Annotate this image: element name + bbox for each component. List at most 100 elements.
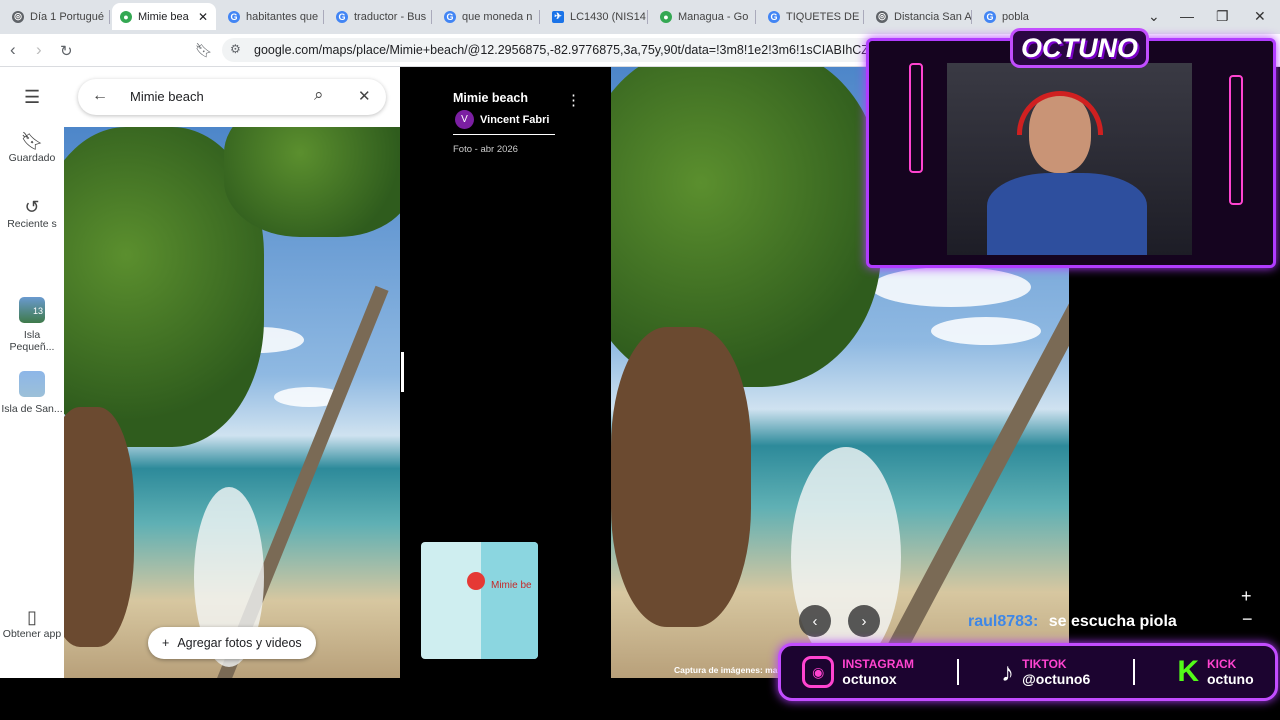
tab-label: que moneda n xyxy=(462,10,533,23)
url-text: google.com/maps/place/Mimie+beach/@12.29… xyxy=(254,43,882,57)
place-title: Mimie beach xyxy=(453,91,529,105)
tab-label: LC1430 (NIS14 xyxy=(570,10,646,23)
saved-button[interactable]: 🔖︎ Guardado xyxy=(0,131,64,164)
social-handle: octunox xyxy=(842,671,897,687)
search-input[interactable]: Mimie beach xyxy=(130,89,204,104)
recent-place-label: Isla Pequeñ... xyxy=(9,329,55,353)
google-icon: G xyxy=(768,10,780,23)
chevron-left-icon: ‹ xyxy=(812,612,818,630)
close-icon[interactable]: ✕ xyxy=(358,87,371,105)
google-icon: G xyxy=(984,10,996,23)
webcam-frame xyxy=(866,38,1276,268)
tab-search-chevron-icon[interactable]: ⌄ xyxy=(1148,8,1160,25)
restore-button[interactable]: ❐ xyxy=(1216,8,1229,25)
social-network: TIKTOK xyxy=(1022,657,1067,671)
mini-map[interactable]: Mimie be xyxy=(421,542,538,659)
map-label: Mimie be xyxy=(491,580,532,591)
social-handle: @octuno6 xyxy=(1022,671,1091,687)
tab-label: habitantes que xyxy=(246,10,319,23)
phone-icon: ▯ xyxy=(27,607,37,627)
more-options-icon[interactable]: ⋮ xyxy=(566,91,581,109)
back-arrow-icon[interactable]: ← xyxy=(92,87,108,105)
globe-icon: ◎ xyxy=(876,10,888,23)
minimize-button[interactable]: — xyxy=(1180,8,1194,24)
tiktok-item: ♪ TIKTOK @octuno6 xyxy=(1001,657,1090,688)
place-panel: ← Mimie beach ⌕ ✕ + Agregar fotos y vide… xyxy=(64,67,400,678)
photo-date: Foto - abr 2026 xyxy=(453,144,518,155)
history-icon: ↺ xyxy=(24,197,40,217)
place-thumbnail: 13 xyxy=(19,297,45,323)
place-photo[interactable] xyxy=(64,127,400,678)
author-name: Vincent Fabri xyxy=(480,113,550,126)
plus-icon: + xyxy=(162,636,170,650)
author-row[interactable]: V Vincent Fabri xyxy=(455,110,549,129)
beach-image xyxy=(64,127,400,678)
instagram-icon: ◉ xyxy=(802,656,835,688)
forward-arrow-icon[interactable]: › xyxy=(36,40,42,60)
maps-pin-icon: ● xyxy=(660,10,672,23)
browser-tab[interactable]: G TIQUETES DE E xyxy=(760,3,864,30)
social-network: INSTAGRAM xyxy=(842,657,915,671)
get-app-button[interactable]: ▯ Obtener app xyxy=(0,607,64,640)
search-icon[interactable]: ⌕ xyxy=(314,85,324,105)
reload-icon[interactable]: ↻ xyxy=(60,42,73,60)
browser-tab[interactable]: G pobla xyxy=(976,3,1066,30)
tab-label: Mimie bea xyxy=(138,10,189,23)
browser-tab[interactable]: G traductor - Bus xyxy=(328,3,432,30)
google-icon: G xyxy=(228,10,240,23)
chat-message: raul8783: se escucha piola xyxy=(968,613,1177,631)
place-thumbnail xyxy=(19,371,45,397)
close-window-button[interactable]: ✕ xyxy=(1254,8,1266,25)
browser-tab[interactable]: G habitantes que xyxy=(220,3,324,30)
maps-side-rail: ☰ 🔖︎ Guardado ↺ Reciente s 13 Isla Peque… xyxy=(0,67,64,678)
site-settings-icon[interactable]: ⚙ xyxy=(230,42,241,56)
recent-place-label: Isla de San... xyxy=(1,403,63,415)
tab-label: Distancia San A xyxy=(894,10,972,23)
stream-brand-logo: OCTUNO xyxy=(1010,28,1149,68)
recent-button[interactable]: ↺ Reciente s xyxy=(2,197,62,230)
browser-tab[interactable]: ✈ LC1430 (NIS14 xyxy=(544,3,648,30)
previous-photo-button[interactable]: ‹ xyxy=(799,605,831,637)
image-capture-date: Captura de imágenes: mar xyxy=(674,665,781,675)
address-bar[interactable]: ⚙ google.com/maps/place/Mimie+beach/@12.… xyxy=(222,38,882,62)
recent-place-item[interactable]: 13 Isla Pequeñ... xyxy=(0,297,64,353)
add-photos-button[interactable]: + Agregar fotos y videos xyxy=(148,627,316,659)
browser-tab[interactable]: G que moneda n xyxy=(436,3,540,30)
globe-icon: ◎ xyxy=(12,10,24,23)
google-icon: G xyxy=(444,10,456,23)
zoom-in-button[interactable]: + xyxy=(1241,586,1252,607)
tab-label: traductor - Bus xyxy=(354,10,427,23)
social-banner: ◉ INSTAGRAM octunox ♪ TIKTOK @octuno6 K KI… xyxy=(778,643,1278,701)
author-avatar: V xyxy=(455,110,474,129)
chevron-right-icon: › xyxy=(861,612,867,630)
recent-place-item[interactable]: Isla de San... xyxy=(0,371,64,415)
webcam-feed xyxy=(947,63,1192,255)
tab-label: Día 1 Portugué xyxy=(30,10,104,23)
search-box: ← Mimie beach ⌕ ✕ xyxy=(78,79,386,115)
browser-tab-active[interactable]: ● Mimie bea ✕ xyxy=(112,3,216,30)
zoom-out-button[interactable]: − xyxy=(1242,609,1253,630)
back-arrow-icon[interactable]: ‹ xyxy=(10,40,16,60)
recent-label: Reciente s xyxy=(7,218,57,230)
chat-text: se escucha piola xyxy=(1048,613,1177,630)
menu-icon[interactable]: ☰ xyxy=(24,87,40,108)
chat-username: raul8783: xyxy=(968,613,1039,630)
tab-label: TIQUETES DE E xyxy=(786,10,864,23)
kick-item: K KICK octuno xyxy=(1177,655,1253,689)
tiktok-icon: ♪ xyxy=(1001,656,1015,687)
close-tab-icon[interactable]: ✕ xyxy=(198,10,208,24)
tab-label: pobla xyxy=(1002,10,1029,23)
flight-icon: ✈ xyxy=(552,10,564,23)
add-photos-label: Agregar fotos y videos xyxy=(177,636,302,650)
instagram-item: ◉ INSTAGRAM octunox xyxy=(802,656,914,688)
next-photo-button[interactable]: › xyxy=(848,605,880,637)
maps-pin-icon: ● xyxy=(120,10,132,23)
map-pin-icon xyxy=(467,572,485,590)
browser-tab[interactable]: ◎ Distancia San A xyxy=(868,3,972,30)
bookmark-icon[interactable]: 🔖︎ xyxy=(195,42,213,59)
place-badge: 13 xyxy=(32,306,43,316)
browser-tab[interactable]: ◎ Día 1 Portugué xyxy=(4,3,110,30)
bookmark-icon: 🔖︎ xyxy=(20,131,44,151)
tab-label: Managua - Go xyxy=(678,10,749,23)
browser-tab[interactable]: ● Managua - Go xyxy=(652,3,756,30)
